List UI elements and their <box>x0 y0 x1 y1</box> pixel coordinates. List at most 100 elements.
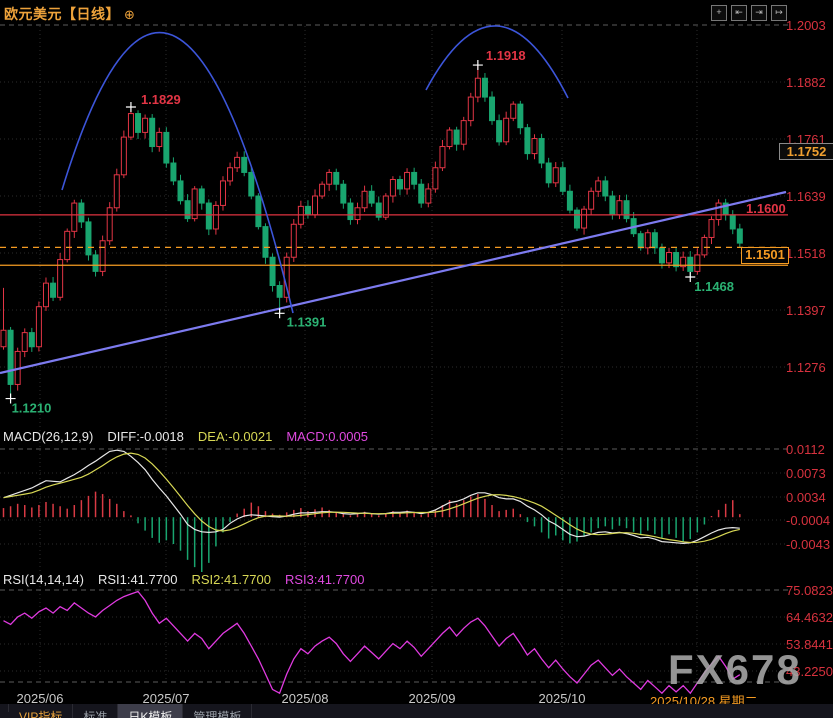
rsi-indicator-header[interactable]: RSI(14,14,14) RSI1:41.7700 RSI2:41.7700 … <box>3 572 364 587</box>
tab-标准[interactable]: 标准 <box>73 704 118 718</box>
candle-up <box>362 191 367 207</box>
tab-管理模板[interactable]: 管理模板 <box>183 704 252 718</box>
rsi1-value: RSI1:41.7700 <box>98 572 178 587</box>
rsi-title: RSI(14,14,14) <box>3 572 84 587</box>
candle-down <box>206 203 211 229</box>
candle-down <box>397 180 402 189</box>
candle-up <box>475 78 480 97</box>
candle-down <box>567 191 572 210</box>
candle-up <box>313 196 318 215</box>
resistance-price-label: 1.1600 <box>746 201 786 216</box>
chart-canvas[interactable]: 1.18291.19181.13911.12101.1468 <box>0 0 833 718</box>
candle-down <box>185 201 190 219</box>
candle-up <box>192 189 197 219</box>
candle-down <box>136 114 141 133</box>
tab-partial[interactable] <box>0 704 9 712</box>
candle-down <box>8 330 13 384</box>
candle-up <box>468 97 473 121</box>
candle-up <box>532 139 537 154</box>
candle-down <box>86 222 91 255</box>
candle-up <box>143 118 148 132</box>
price-tick-label: 1.2003 <box>786 18 832 33</box>
move-tool-icon[interactable]: + <box>711 5 727 21</box>
candle-down <box>546 163 551 183</box>
shift-right-icon[interactable]: ↦ <box>771 5 787 21</box>
expand-axis-icon[interactable]: ⇥ <box>751 5 767 21</box>
candle-up <box>72 203 77 231</box>
candle-down <box>29 333 34 347</box>
rsi-tick-label: 64.4632 <box>786 610 832 625</box>
candle-up <box>220 181 225 205</box>
candle-down <box>270 257 275 285</box>
compress-axis-icon[interactable]: ⇤ <box>731 5 747 21</box>
macd-tick-label: -0.0043 <box>786 537 832 552</box>
candle-up <box>511 104 516 118</box>
candle-up <box>447 130 452 146</box>
candle-up <box>114 175 119 208</box>
candle-up <box>22 333 27 352</box>
candle-down <box>688 257 693 271</box>
price-tick-label: 1.1882 <box>786 75 832 90</box>
candle-down <box>674 253 679 267</box>
candle-up <box>702 237 707 254</box>
rsi3-value: RSI3:41.7700 <box>285 572 365 587</box>
symbol-title: 欧元美元【日线】⊕ <box>4 4 135 24</box>
candle-up <box>426 189 431 203</box>
candle-down <box>178 181 183 201</box>
candle-down <box>242 157 247 172</box>
candle-down <box>171 163 176 181</box>
price-tick-label: 1.1397 <box>786 303 832 318</box>
candle-up <box>121 137 126 175</box>
candle-down <box>652 233 657 248</box>
candle-up <box>582 209 587 228</box>
candle-up <box>553 168 558 183</box>
extreme-cross-marker <box>473 60 483 70</box>
candle-down <box>454 130 459 144</box>
support-price-label: 1.1501 <box>741 247 789 264</box>
candle-up <box>589 191 594 209</box>
candle-down <box>93 255 98 271</box>
candle-up <box>128 114 133 138</box>
candle-down <box>256 196 261 227</box>
macd-tick-label: 0.0112 <box>786 442 832 457</box>
candle-down <box>539 139 544 163</box>
tab-VIP指标[interactable]: VIP指标 <box>9 704 73 718</box>
candle-up <box>617 201 622 215</box>
candle-down <box>150 118 155 146</box>
candle-down <box>79 203 84 222</box>
macd-indicator-header[interactable]: MACD(26,12,9) DIFF:-0.0018 DEA:-0.0021 M… <box>3 429 368 444</box>
candle-down <box>490 97 495 121</box>
current-price-badge: 1.1752 <box>779 143 833 160</box>
price-tick-label: 1.1518 <box>786 246 832 261</box>
extreme-price-label: 1.1391 <box>287 314 327 329</box>
macd-diff-line <box>4 450 740 543</box>
candle-up <box>504 118 509 142</box>
candle-up <box>667 253 672 263</box>
candle-down <box>482 78 487 97</box>
candle-down <box>348 203 353 219</box>
candle-down <box>305 206 310 214</box>
macd-tick-label: -0.0004 <box>786 513 832 528</box>
candle-down <box>497 121 502 142</box>
tab-日K模板[interactable]: 日K模板 <box>118 704 183 718</box>
candle-down <box>412 172 417 184</box>
rsi-tick-label: 75.0823 <box>786 583 832 598</box>
candle-down <box>334 172 339 184</box>
candle-down <box>659 248 664 263</box>
drawn-trendline <box>0 192 786 373</box>
candle-down <box>419 184 424 203</box>
candle-up <box>36 307 41 347</box>
chart-toolbar: +⇤⇥↦ <box>711 5 787 21</box>
candle-up <box>327 172 332 184</box>
add-indicator-icon[interactable]: ⊕ <box>124 7 135 22</box>
candle-down <box>610 196 615 215</box>
candle-down <box>51 283 56 297</box>
candle-up <box>157 132 162 146</box>
candle-down <box>560 168 565 192</box>
candle-down <box>249 172 254 196</box>
rsi-line <box>4 592 740 694</box>
macd-title: MACD(26,12,9) <box>3 429 93 444</box>
candle-up <box>405 172 410 188</box>
candle-up <box>65 231 70 259</box>
candle-down <box>164 132 169 163</box>
